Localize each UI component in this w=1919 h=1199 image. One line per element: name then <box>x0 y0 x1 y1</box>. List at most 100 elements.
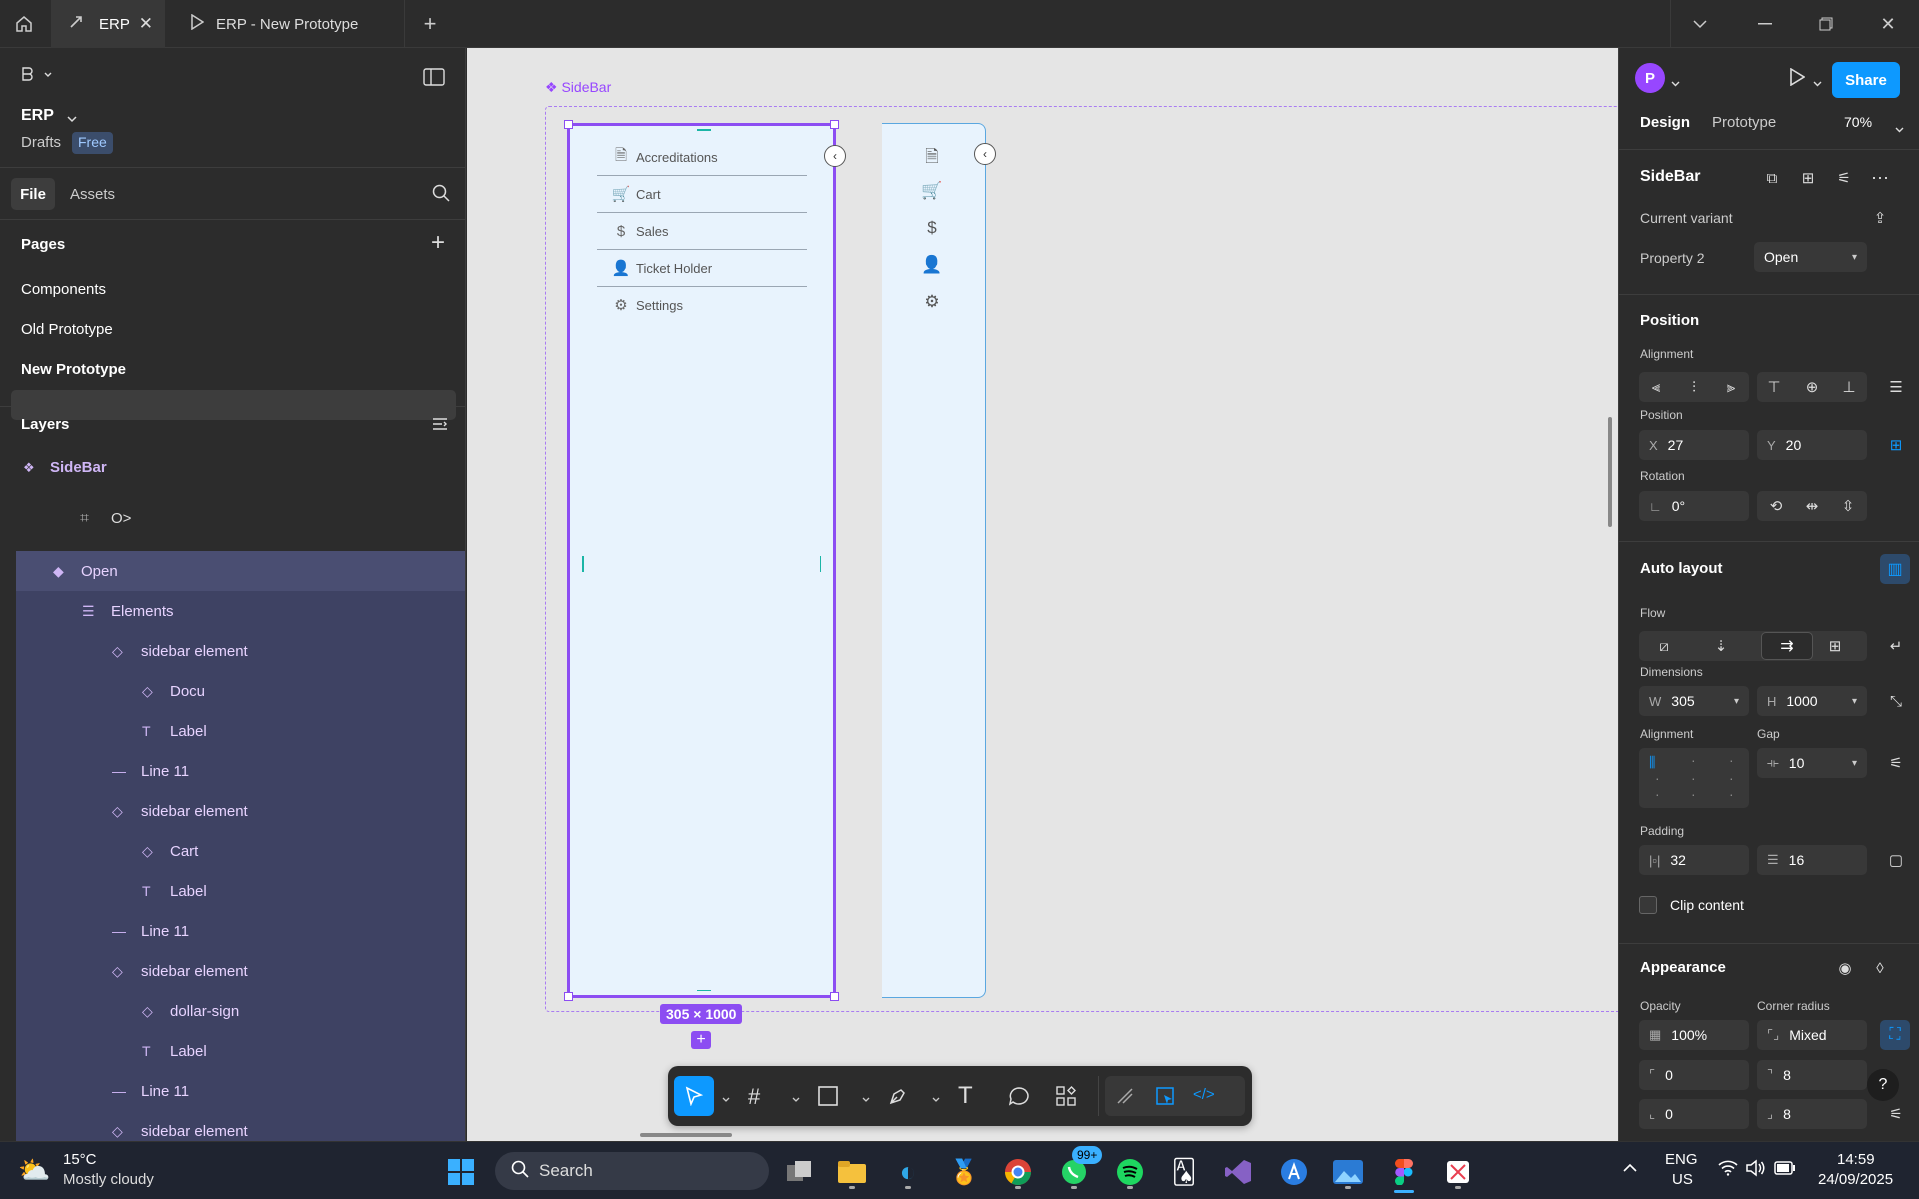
chevron-down-icon[interactable] <box>722 1090 730 1108</box>
layer-row[interactable]: ⌗ O> <box>0 498 465 538</box>
more-options-icon[interactable]: ⋯ <box>1865 163 1895 193</box>
radius-top-left-input[interactable]: ⌜ 0 <box>1639 1060 1749 1090</box>
tab-erp[interactable]: ERP ✕ <box>51 0 165 48</box>
file-name[interactable]: ERP <box>21 107 54 125</box>
spotify-icon[interactable] <box>1110 1152 1150 1192</box>
photos-icon[interactable] <box>1328 1152 1368 1192</box>
independent-corners-icon[interactable]: ⛶ <box>1880 1020 1910 1050</box>
rotate-icon[interactable]: ⟲ <box>1761 491 1791 521</box>
move-tool-icon[interactable] <box>674 1076 714 1116</box>
present-play-icon[interactable] <box>1789 67 1806 91</box>
flow-horizontal-icon[interactable]: ⇉ <box>1761 632 1813 660</box>
search-icon[interactable] <box>432 184 450 207</box>
visual-studio-icon[interactable] <box>1218 1152 1258 1192</box>
eye-icon[interactable]: ◉ <box>1830 953 1860 983</box>
vertical-scrollbar[interactable] <box>1608 417 1612 527</box>
restore-icon[interactable] <box>1796 0 1856 48</box>
new-tab-plus-icon[interactable]: + <box>410 0 450 48</box>
layer-row[interactable]: ◇ sidebar element <box>16 631 465 671</box>
align-top-icon[interactable]: ⊤ <box>1759 372 1789 402</box>
page-item-old-prototype[interactable]: Old Prototype <box>21 321 113 338</box>
collapse-chevron-icon[interactable]: ‹ <box>824 145 846 167</box>
frame-tool-icon[interactable]: # <box>748 1084 760 1110</box>
chevron-down-icon[interactable] <box>1670 0 1730 48</box>
layer-row[interactable]: T Label <box>16 711 465 751</box>
layer-row[interactable]: ◇ Docu <box>16 671 465 711</box>
zoom-level[interactable]: 70% <box>1844 114 1872 130</box>
horizontal-scrollbar[interactable] <box>640 1133 732 1137</box>
resources-tool-icon[interactable] <box>1056 1086 1076 1111</box>
x-position-input[interactable]: X 27 <box>1639 430 1749 460</box>
resize-handle[interactable] <box>564 120 573 129</box>
chevron-down-icon[interactable] <box>932 1090 940 1108</box>
sidebar-closed-variant[interactable]: 🗎 🛒 $ 👤 ⚙ ‹ <box>882 123 996 998</box>
resize-handle[interactable] <box>564 992 573 1001</box>
height-input[interactable]: H 1000 ▾ <box>1757 686 1867 716</box>
edge-icon[interactable]: ◐ <box>888 1152 928 1192</box>
design-mode-icon[interactable] <box>1155 1086 1175 1111</box>
wrap-icon[interactable]: ↵ <box>1881 631 1911 661</box>
page-item-components[interactable]: Components <box>21 281 106 298</box>
battery-icon[interactable] <box>1774 1161 1796 1180</box>
adjust-icon[interactable]: ⚟ <box>1829 163 1859 193</box>
whatsapp-icon[interactable]: 99+ <box>1054 1146 1103 1192</box>
region-code[interactable]: US <box>1672 1171 1693 1188</box>
page-item-new-prototype[interactable]: New Prototype <box>21 361 126 378</box>
chrome-icon[interactable] <box>998 1152 1038 1192</box>
layer-row[interactable]: ◇ sidebar element <box>16 951 465 991</box>
layer-row[interactable]: — Line 11 <box>16 911 465 951</box>
windows-start-icon[interactable] <box>441 1152 481 1192</box>
resize-to-fit-icon[interactable]: ⤡ <box>1881 686 1911 716</box>
add-page-plus-icon[interactable]: + <box>431 231 445 255</box>
resize-handle[interactable] <box>830 992 839 1001</box>
layer-row[interactable]: ◇ sidebar element <box>16 791 465 831</box>
flip-vertical-icon[interactable]: ⇳ <box>1833 491 1863 521</box>
sidebar-item-accreditations[interactable]: 🗎 Accreditations <box>606 139 816 175</box>
alignment-grid[interactable]: ⫼ · · · · · · · · <box>1639 748 1749 808</box>
flow-grid-icon[interactable]: ⊞ <box>1820 631 1850 661</box>
constraints-icon[interactable]: ⊞ <box>1881 430 1911 460</box>
radius-bottom-left-input[interactable]: ⌞ 0 <box>1639 1099 1749 1129</box>
volume-icon[interactable] <box>1746 1159 1766 1182</box>
tab-file[interactable]: File <box>11 178 55 210</box>
chevron-down-icon[interactable] <box>862 1090 870 1108</box>
weather-temp[interactable]: 15°C <box>63 1151 97 1168</box>
collapse-chevron-icon[interactable]: ‹ <box>974 143 996 165</box>
rotation-input[interactable]: ∟ 0° <box>1639 491 1749 521</box>
align-middle-v-icon[interactable]: ⊕ <box>1797 372 1827 402</box>
app-badge-icon[interactable]: 🏅 <box>944 1152 984 1192</box>
align-left-icon[interactable]: ⫷ <box>1641 372 1671 402</box>
padding-horizontal-input[interactable]: |▫| 32 <box>1639 845 1749 875</box>
weather-text[interactable]: Mostly cloudy <box>63 1171 154 1188</box>
autolayout-toggle-icon[interactable]: ▥ <box>1880 554 1910 584</box>
y-position-input[interactable]: Y 20 <box>1757 430 1867 460</box>
advanced-layout-icon[interactable]: ⚟ <box>1881 748 1911 778</box>
clock-time[interactable]: 14:59 <box>1837 1151 1875 1168</box>
chevron-down-icon[interactable] <box>1813 74 1822 92</box>
snipping-tool-icon[interactable] <box>1438 1152 1478 1192</box>
chevron-up-icon[interactable] <box>1622 1160 1638 1178</box>
tab-erp-new-prototype[interactable]: ERP - New Prototype <box>170 0 405 48</box>
close-icon[interactable]: ✕ <box>139 14 153 34</box>
comment-tool-icon[interactable] <box>1008 1086 1030 1111</box>
file-explorer-icon[interactable] <box>832 1152 872 1192</box>
app-a-icon[interactable] <box>1274 1152 1314 1192</box>
chevron-down-icon[interactable] <box>1895 120 1904 138</box>
window-close-icon[interactable]: ✕ <box>1858 0 1918 48</box>
align-center-h-icon[interactable]: ⫶ <box>1679 372 1709 402</box>
grid-icon[interactable]: ⊞ <box>1793 163 1823 193</box>
layer-row[interactable]: — Line 11 <box>16 1071 465 1111</box>
tab-design[interactable]: Design <box>1640 114 1690 131</box>
layer-row[interactable]: ◇ Cart <box>16 831 465 871</box>
gap-input[interactable]: ⟛ 10 ▾ <box>1757 748 1867 778</box>
layer-list-options-icon[interactable] <box>432 417 448 436</box>
flow-freeform-icon[interactable]: ⧄ <box>1649 631 1679 661</box>
sidebar-item-settings[interactable]: ⚙ Settings <box>606 287 816 323</box>
home-icon[interactable] <box>0 0 48 48</box>
tab-prototype[interactable]: Prototype <box>1712 114 1776 131</box>
property-select[interactable]: Open ▾ <box>1754 242 1867 272</box>
wifi-icon[interactable] <box>1718 1160 1738 1181</box>
radius-bottom-right-input[interactable]: ⌟ 8 <box>1757 1099 1867 1129</box>
layer-row[interactable]: ◇ sidebar element <box>16 1111 465 1141</box>
radius-top-right-input[interactable]: ⌝ 8 <box>1757 1060 1867 1090</box>
